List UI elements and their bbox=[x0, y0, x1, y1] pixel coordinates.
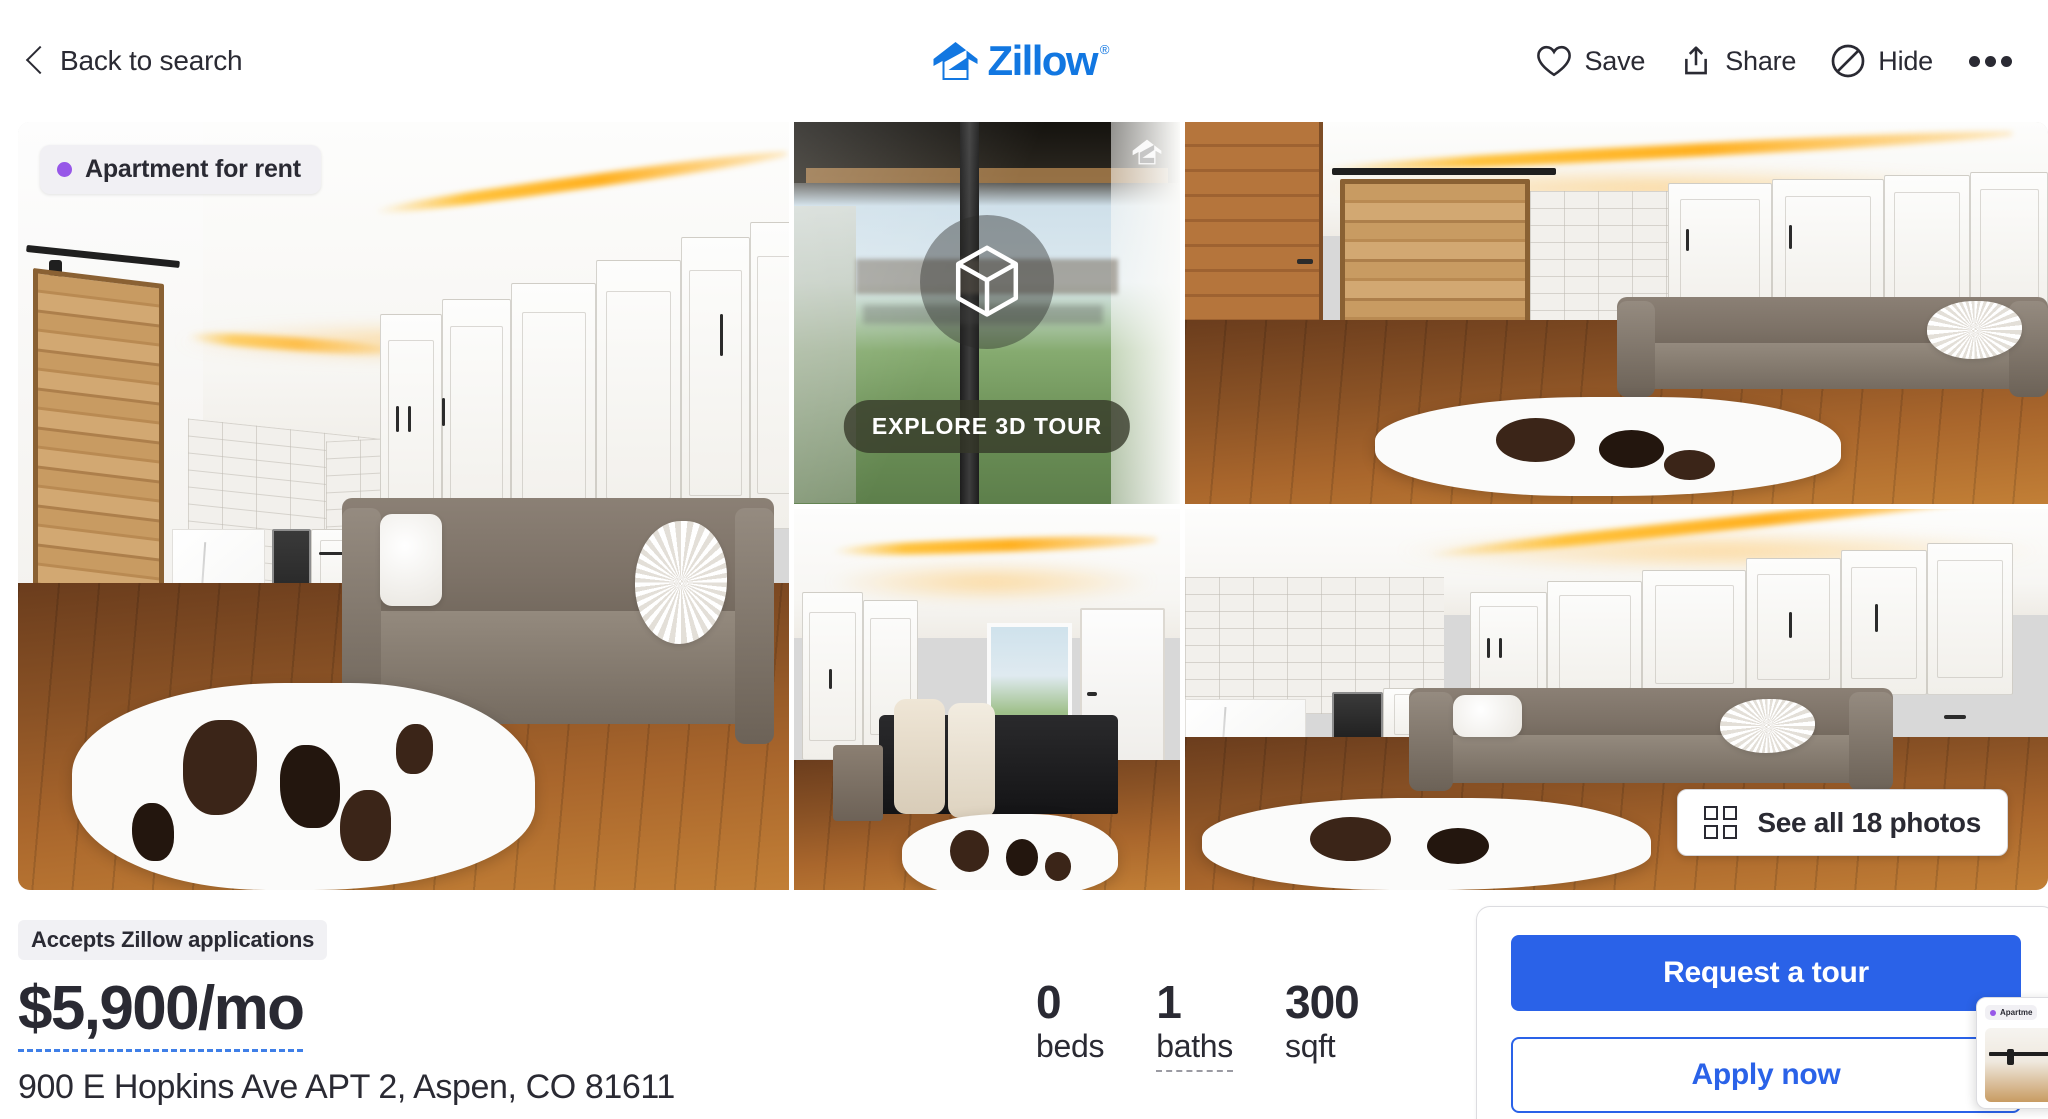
save-label: Save bbox=[1584, 45, 1646, 76]
zillow-house-icon bbox=[933, 42, 978, 80]
chevron-left-icon bbox=[24, 44, 46, 78]
sqft-count: 300 bbox=[1285, 976, 1360, 1028]
see-all-photos-label: See all 18 photos bbox=[1757, 806, 1981, 838]
hide-button[interactable]: Hide bbox=[1816, 35, 1947, 87]
listing-facts: 0 beds 1 baths 300 sqft bbox=[1036, 920, 1360, 1072]
circle-slash-icon bbox=[1831, 44, 1865, 78]
status-dot-icon bbox=[57, 162, 72, 177]
barn-door-roller-icon bbox=[2006, 1048, 2014, 1065]
grid-2x2-icon bbox=[1704, 806, 1738, 839]
explore-3d-tour-button[interactable]: EXPLORE 3D TOUR bbox=[794, 122, 1180, 504]
hide-label: Hide bbox=[1878, 45, 1933, 76]
photo-gallery: Apartment for rent EXPLORE 3D TOUR See a… bbox=[18, 122, 2048, 890]
status-dot-icon bbox=[1990, 1009, 1996, 1016]
mini-card-photo bbox=[1985, 1028, 2048, 1102]
fact-sqft: 300 sqft bbox=[1285, 976, 1360, 1065]
beds-label: beds bbox=[1036, 1027, 1105, 1064]
listing-address: 900 E Hopkins Ave APT 2, Aspen, CO 81611 bbox=[18, 1068, 675, 1106]
barn-door-rail-icon bbox=[1989, 1051, 2048, 1056]
request-a-tour-button[interactable]: Request a tour bbox=[1511, 935, 2021, 1011]
beds-count: 0 bbox=[1036, 976, 1062, 1028]
more-horizontal-icon bbox=[1985, 55, 1996, 67]
heart-icon bbox=[1537, 45, 1572, 77]
status-badge: Apartment for rent bbox=[40, 145, 321, 194]
hero-photo-living-room[interactable]: Apartment for rent bbox=[18, 122, 789, 890]
listing-price[interactable]: $5,900/mo bbox=[18, 978, 305, 1052]
zillow-logo[interactable]: Zillow ® bbox=[933, 40, 1116, 82]
back-to-search-button[interactable]: Back to search bbox=[24, 44, 243, 78]
more-options-button[interactable] bbox=[1953, 48, 2028, 75]
share-icon bbox=[1685, 46, 1708, 75]
cta-card: Request a tour Apply now bbox=[1476, 906, 2048, 1119]
sqft-label: sqft bbox=[1285, 1027, 1336, 1064]
photo-living-room-wide[interactable]: See all 18 photos bbox=[1185, 508, 2048, 890]
back-to-search-label: Back to search bbox=[60, 45, 243, 76]
more-horizontal-icon bbox=[1969, 55, 1980, 67]
save-button[interactable]: Save bbox=[1522, 36, 1659, 86]
mini-card-badge-label: Apartme bbox=[2000, 1008, 2033, 1017]
fact-beds: 0 beds bbox=[1036, 976, 1105, 1065]
mini-card-status-badge: Apartme bbox=[1985, 1005, 2038, 1020]
cube-3d-icon bbox=[920, 215, 1054, 350]
accepts-applications-badge: Accepts Zillow applications bbox=[18, 920, 328, 960]
apply-now-button[interactable]: Apply now bbox=[1511, 1037, 2021, 1113]
share-button[interactable]: Share bbox=[1665, 36, 1810, 86]
status-badge-label: Apartment for rent bbox=[85, 155, 301, 183]
tour-photo-window-view[interactable]: EXPLORE 3D TOUR bbox=[794, 122, 1180, 504]
photo-bedroom[interactable] bbox=[794, 508, 1180, 890]
fact-baths: 1 baths bbox=[1156, 976, 1233, 1072]
photo-living-room-barn-door[interactable] bbox=[1185, 122, 2048, 504]
listing-summary: Accepts Zillow applications $5,900/mo 90… bbox=[0, 906, 2048, 1119]
zillow-wordmark: Zillow bbox=[987, 37, 1099, 84]
see-all-photos-button[interactable]: See all 18 photos bbox=[1677, 789, 2008, 856]
floating-listing-mini-card[interactable]: Apartme bbox=[1976, 997, 2048, 1109]
registered-mark: ® bbox=[1099, 42, 1110, 57]
more-horizontal-icon bbox=[2001, 55, 2012, 67]
page-header: Back to search Zillow ® Save Share Hide bbox=[0, 0, 2048, 122]
share-label: Share bbox=[1725, 45, 1797, 76]
listing-primary-info: Accepts Zillow applications $5,900/mo 90… bbox=[18, 920, 1018, 1107]
explore-3d-tour-label: EXPLORE 3D TOUR bbox=[843, 400, 1131, 454]
baths-count: 1 bbox=[1156, 976, 1182, 1028]
header-actions: Save Share Hide bbox=[1522, 35, 2028, 87]
baths-label[interactable]: baths bbox=[1156, 1028, 1233, 1072]
